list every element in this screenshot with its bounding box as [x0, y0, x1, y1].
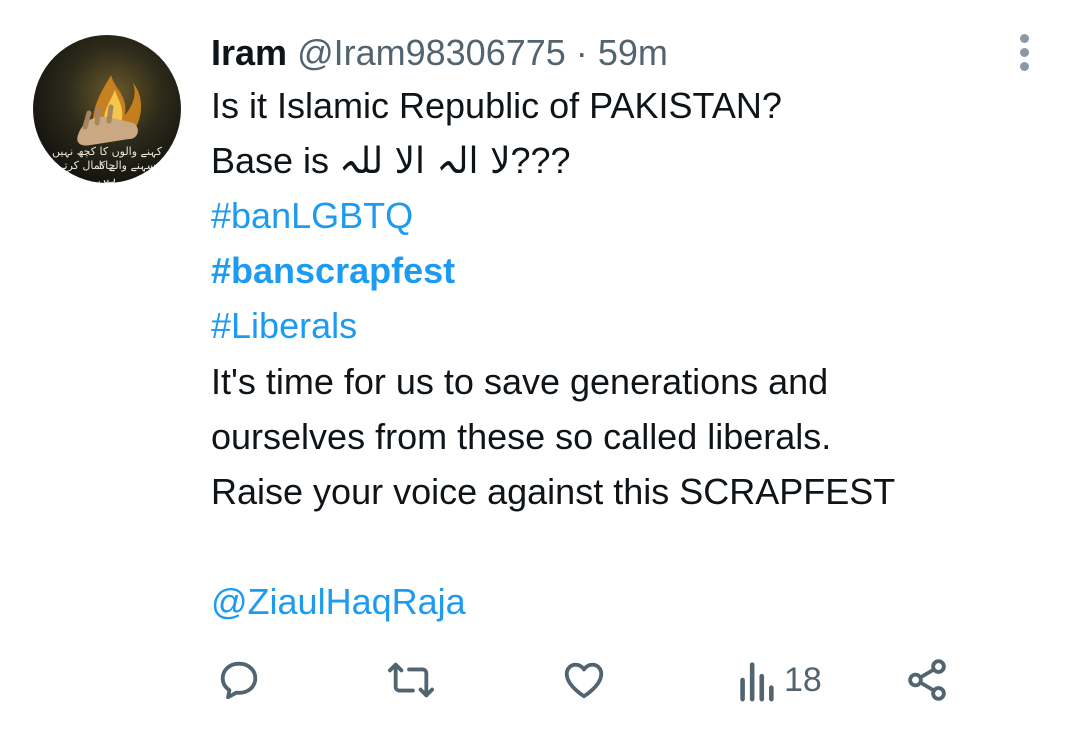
share-icon: [908, 659, 946, 701]
urdu-text: لا الہ الا للہ: [339, 141, 511, 182]
retweet-icon: [387, 662, 434, 698]
meta-separator: ·: [575, 32, 588, 73]
tweet-text-segment: Base is: [211, 140, 340, 181]
heart-icon: [564, 662, 604, 699]
hashtag-link[interactable]: #banscrapfest: [211, 249, 455, 293]
share-button[interactable]: [904, 650, 950, 710]
views-count: 18: [784, 660, 822, 699]
tweet-text-line: Base is لا الہ الا للہ???: [211, 139, 571, 184]
mention-link[interactable]: @ZiaulHaqRaja: [211, 580, 466, 624]
hashtag-link[interactable]: #Liberals: [211, 304, 357, 348]
tweet-text-line: Raise your voice against this SCRAPFEST: [211, 471, 896, 512]
reply-button[interactable]: [216, 650, 262, 710]
tweet-text-line: It's time for us to save generations and: [211, 361, 829, 402]
tweet-text-segment: ???: [510, 140, 571, 181]
author-handle[interactable]: @Iram98306775: [297, 32, 566, 73]
tweet-header: Iram @Iram98306775 · 59m: [211, 31, 668, 75]
profile-avatar[interactable]: کہنے والوں کا کچھ نہیں جاتا سہنے والے کم…: [33, 35, 181, 183]
dot-icon: [1020, 62, 1029, 71]
retweet-button[interactable]: [386, 650, 436, 710]
dot-icon: [1020, 48, 1029, 57]
tweet-actions-bar: 18: [0, 650, 1080, 710]
hashtag-link[interactable]: #banLGBTQ: [211, 194, 413, 238]
views-icon: [740, 662, 774, 702]
views-button[interactable]: 18: [736, 650, 822, 710]
author-name[interactable]: Iram: [211, 32, 287, 73]
tweet-time[interactable]: 59m: [598, 32, 668, 73]
more-options-button[interactable]: [1010, 30, 1040, 74]
dot-icon: [1020, 34, 1029, 43]
avatar-caption-line: سہنے والے کمال کرتے ہیں: [58, 159, 156, 183]
like-button[interactable]: [561, 650, 607, 710]
tweet-text-line: ourselves from these so called liberals.: [211, 416, 832, 457]
reply-icon: [220, 661, 258, 700]
tweet-text-line: Is it Islamic Republic of PAKISTAN?: [211, 85, 782, 126]
